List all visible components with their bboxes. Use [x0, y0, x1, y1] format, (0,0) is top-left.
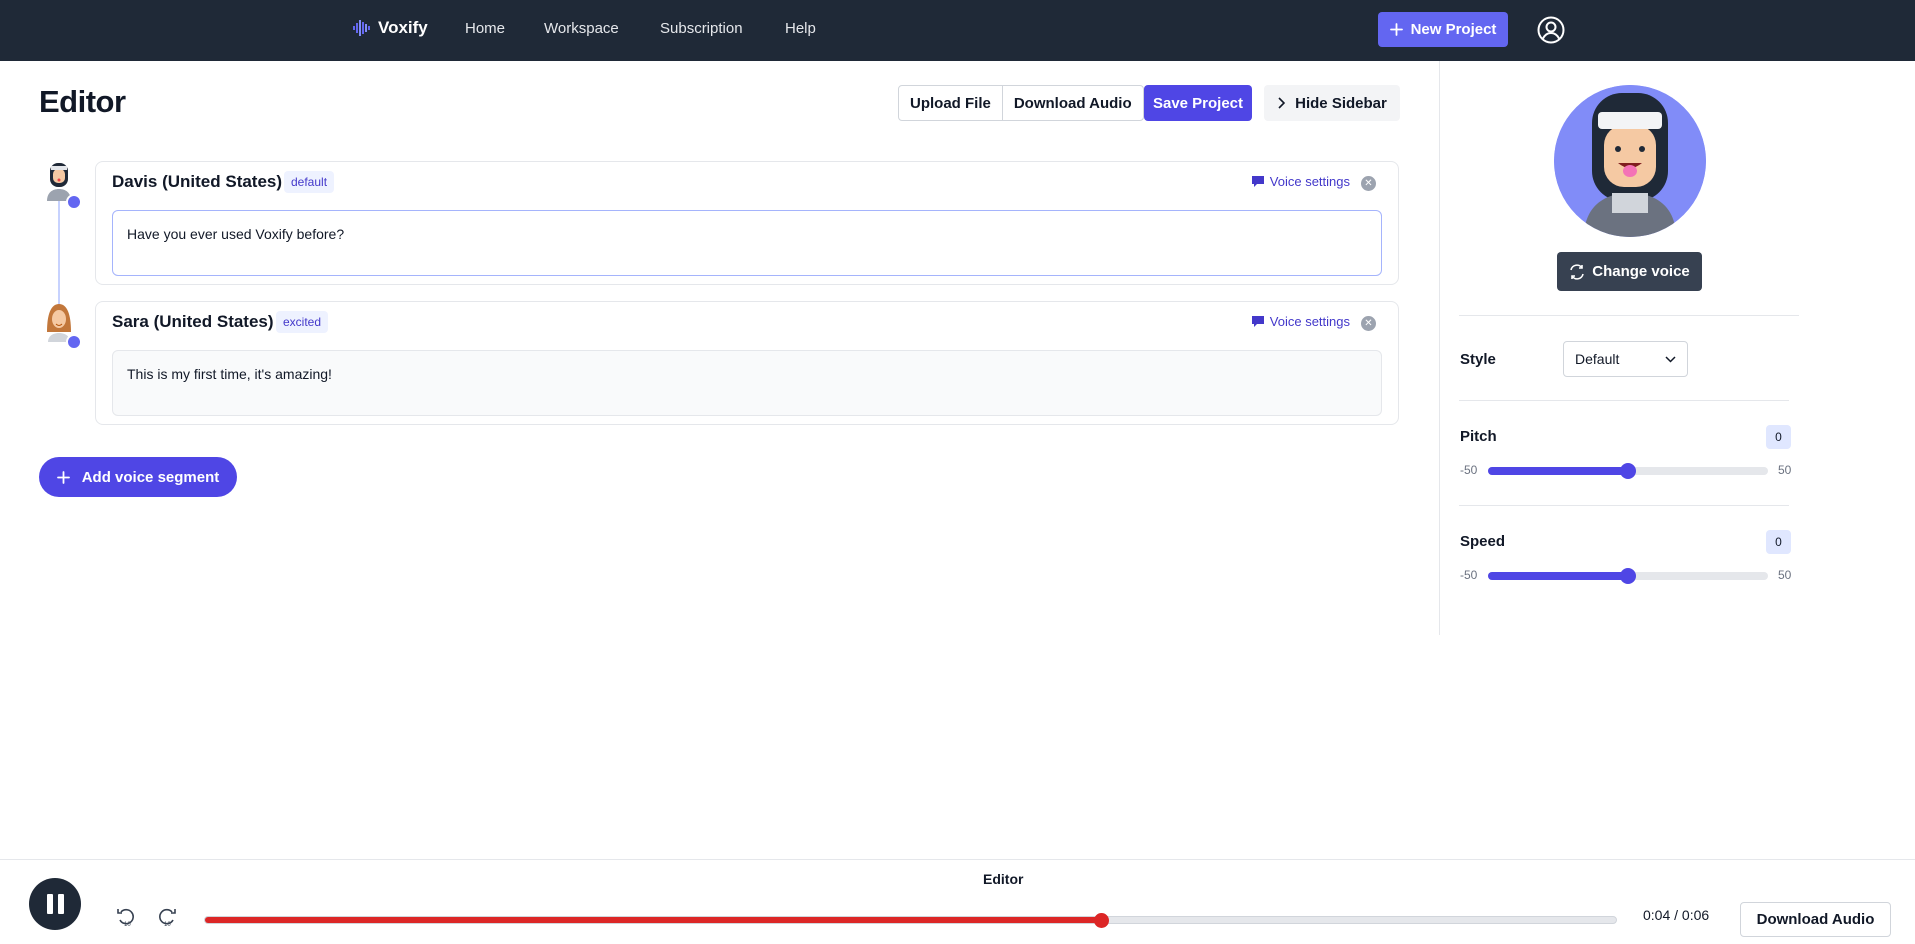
speed-min-label: -50 [1460, 568, 1478, 582]
brand-name: Voxify [378, 18, 428, 37]
playback-time: 0:04 / 0:06 [1643, 907, 1710, 923]
chevron-down-icon [1665, 355, 1676, 363]
waveform-icon [353, 20, 370, 36]
segment-text-input[interactable]: Have you ever used Voxify before? [112, 210, 1382, 276]
add-voice-segment-label: Add voice segment [81, 468, 220, 486]
upload-file-button[interactable]: Upload File [899, 86, 1002, 120]
rewind-10-icon[interactable]: 10 [115, 906, 137, 928]
nav-link-help[interactable]: Help [785, 20, 816, 37]
new-project-label: New Project [1410, 21, 1497, 38]
voice-settings-label: Voice settings [1269, 314, 1350, 329]
voice-settings-link[interactable]: Voice settings [1251, 314, 1350, 329]
nav-link-workspace[interactable]: Workspace [544, 20, 619, 37]
pitch-slider-thumb[interactable] [1620, 463, 1636, 479]
forward-10-icon[interactable]: 10 [156, 906, 178, 928]
player-title: Editor [983, 871, 1024, 887]
voice-segment: Sara (United States) excited Voice setti… [95, 301, 1399, 425]
hide-sidebar-button[interactable]: Hide Sidebar [1264, 85, 1400, 121]
page-title: Editor [39, 84, 126, 119]
style-select[interactable]: Default [1563, 341, 1688, 377]
top-navbar: Voxify Home Workspace Subscription Help … [0, 0, 1915, 61]
speed-value: 0 [1766, 530, 1791, 554]
speed-max-label: 50 [1778, 568, 1792, 582]
sidebar-divider [1459, 400, 1789, 401]
chat-bubble-icon [1251, 316, 1264, 327]
hide-sidebar-label: Hide Sidebar [1295, 94, 1387, 112]
sidebar-divider [1439, 61, 1440, 635]
nav-link-subscription[interactable]: Subscription [660, 20, 743, 37]
sidebar-divider [1459, 315, 1799, 316]
user-circle-icon[interactable] [1537, 16, 1565, 44]
playback-progress-track[interactable] [204, 916, 1617, 924]
download-audio-button[interactable]: Download Audio [1001, 86, 1143, 120]
new-project-button[interactable]: New Project [1378, 12, 1508, 47]
voice-settings-label: Voice settings [1269, 174, 1350, 189]
style-label: Style [1460, 351, 1496, 368]
file-actions-group: Upload File Download Audio [898, 85, 1144, 121]
speed-slider-thumb[interactable] [1620, 568, 1636, 584]
save-project-button[interactable]: Save Project [1144, 85, 1252, 121]
segment-text-input[interactable]: This is my first time, it's amazing! [112, 350, 1382, 416]
pause-button[interactable] [29, 878, 81, 930]
pitch-max-label: 50 [1778, 463, 1792, 477]
speed-label: Speed [1460, 533, 1506, 550]
chat-bubble-icon [1251, 176, 1264, 187]
pitch-slider-fill [1488, 467, 1628, 475]
audio-player: Editor 10 10 0:04 / 0:06 Download Audio [0, 859, 1915, 944]
segment-style-badge: excited [276, 311, 329, 333]
segment-voice-name: Davis (United States) [112, 172, 283, 191]
voice-segment: Davis (United States) default Voice sett… [95, 161, 1399, 285]
segment-style-badge: default [284, 171, 335, 193]
pause-icon-bar [46, 894, 53, 914]
remove-segment-icon[interactable]: ✕ [1361, 176, 1376, 191]
segment-voice-name: Sara (United States) [112, 312, 274, 331]
sidebar-divider [1459, 505, 1789, 506]
remove-segment-icon[interactable]: ✕ [1361, 316, 1376, 331]
playback-progress-thumb[interactable] [1094, 913, 1110, 928]
voice-badge-icon [66, 194, 82, 210]
pitch-label: Pitch [1460, 428, 1497, 445]
timeline-connector [58, 195, 60, 305]
add-voice-segment-button[interactable]: Add voice segment [39, 457, 237, 497]
svg-text:10: 10 [164, 922, 171, 928]
chevron-right-icon [1278, 97, 1286, 109]
speed-slider-fill [1488, 572, 1628, 580]
brand-logo[interactable]: Voxify [352, 18, 428, 38]
change-voice-button[interactable]: Change voice [1557, 252, 1702, 291]
plus-icon [56, 470, 70, 484]
playback-progress-fill [205, 917, 1103, 923]
change-voice-label: Change voice [1592, 263, 1690, 280]
voice-badge-icon [66, 334, 82, 350]
swap-icon [1570, 263, 1585, 280]
pitch-min-label: -50 [1460, 463, 1478, 477]
plus-icon [1389, 23, 1403, 36]
pitch-value: 0 [1766, 425, 1791, 449]
pause-icon-bar [57, 894, 64, 914]
style-select-value: Default [1575, 351, 1620, 367]
player-download-audio-button[interactable]: Download Audio [1740, 902, 1891, 937]
svg-text:10: 10 [124, 922, 131, 928]
selected-voice-avatar [1554, 85, 1706, 237]
nav-link-home[interactable]: Home [465, 20, 505, 37]
voice-settings-link[interactable]: Voice settings [1251, 174, 1350, 189]
